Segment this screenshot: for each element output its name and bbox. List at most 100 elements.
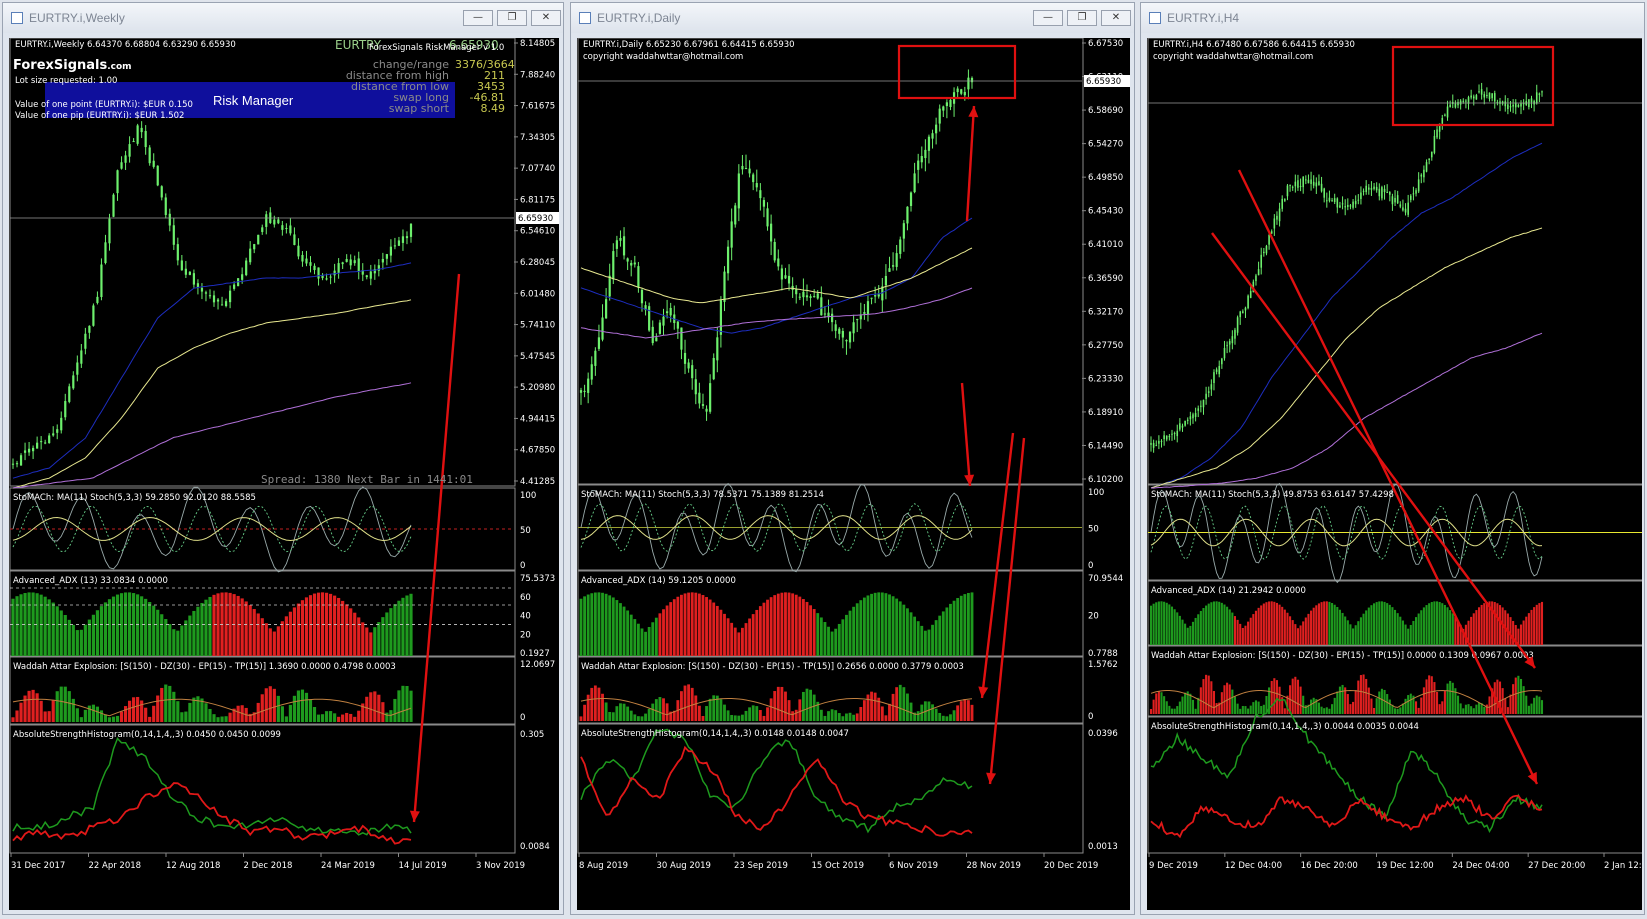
candle-body bbox=[1430, 151, 1433, 158]
candle-body bbox=[52, 433, 55, 436]
candle-body bbox=[802, 291, 805, 298]
waddah-bar bbox=[1336, 691, 1339, 714]
waddah-bar bbox=[1328, 708, 1331, 714]
waddah-bar bbox=[1506, 707, 1509, 714]
adx-bar bbox=[1178, 615, 1181, 645]
adx-bar bbox=[956, 598, 960, 656]
candle-body bbox=[1302, 176, 1305, 188]
adx-bar bbox=[952, 600, 956, 656]
adx-bar bbox=[1428, 603, 1431, 645]
candle-body bbox=[594, 350, 597, 366]
waddah-bar bbox=[1535, 695, 1538, 714]
adx-bar bbox=[1420, 610, 1423, 645]
annotation-arrow bbox=[980, 432, 1015, 699]
candle-body bbox=[1281, 198, 1284, 209]
adx-bar bbox=[855, 603, 859, 656]
chart-window-h4: EURTRY.i,H4 StoMACh: MA(11) Stoch(5,3,3)… bbox=[1140, 2, 1645, 915]
waddah-bar bbox=[1459, 703, 1462, 714]
waddah-bar bbox=[1346, 694, 1349, 714]
adx-bar bbox=[1244, 625, 1247, 645]
waddah-bar bbox=[1483, 706, 1486, 714]
adx-bar bbox=[902, 604, 906, 656]
chart-area[interactable]: StoMACh: MA(11) Stoch(5,3,3) 49.8753 63.… bbox=[1147, 38, 1642, 910]
adx-bar bbox=[1307, 613, 1310, 645]
adx-bar bbox=[1394, 609, 1397, 645]
candle-body bbox=[640, 289, 644, 304]
candle-body bbox=[1373, 186, 1375, 189]
close-button[interactable]: ✕ bbox=[1101, 10, 1131, 26]
ash-axis-label: 0.305 bbox=[520, 730, 544, 740]
candle-body bbox=[838, 328, 841, 334]
chart-canvas[interactable]: StoMACh: MA(11) Stoch(5,3,3) 49.8753 63.… bbox=[1147, 38, 1642, 910]
adx-bar bbox=[916, 621, 920, 656]
adx-bar bbox=[180, 625, 184, 656]
waddah-bar bbox=[934, 708, 938, 721]
candle-body bbox=[19, 455, 23, 466]
adx-bar bbox=[923, 630, 927, 656]
chart-area[interactable]: 8.14805 7.88240 7.61675 7.34305 7.07740 6.811… bbox=[9, 38, 559, 910]
adx-bar bbox=[816, 613, 820, 656]
adx-bar bbox=[1191, 621, 1195, 645]
window-titlebar[interactable]: EURTRY.i,H4 bbox=[1141, 3, 1644, 33]
adx-bar bbox=[1155, 602, 1158, 645]
adx-bar bbox=[1357, 621, 1360, 645]
candle-body bbox=[1465, 100, 1467, 102]
chart-area[interactable]: 6.675306.631106.586906.542706.498506.454… bbox=[577, 38, 1130, 910]
window-title: EURTRY.i,Daily bbox=[597, 11, 681, 25]
minimize-button[interactable]: — bbox=[1033, 10, 1063, 26]
candle-body bbox=[297, 245, 300, 257]
adx-bar bbox=[662, 609, 665, 656]
adx-bar bbox=[284, 616, 288, 656]
chart-canvas[interactable]: 6.675306.631106.586906.542706.498506.454… bbox=[577, 38, 1130, 910]
candle-body bbox=[1365, 185, 1367, 193]
window-titlebar[interactable]: EURTRY.i,Daily — ❐ ✕ bbox=[571, 3, 1134, 33]
adx-bar bbox=[393, 604, 397, 656]
candle-body bbox=[1179, 423, 1181, 430]
candle-body bbox=[228, 290, 232, 303]
candle-body bbox=[377, 265, 380, 271]
adx-bar bbox=[1451, 613, 1454, 645]
adx-bar bbox=[1194, 617, 1197, 645]
adx-bar bbox=[809, 605, 812, 656]
close-button[interactable]: ✕ bbox=[531, 10, 561, 26]
candle-body bbox=[709, 383, 712, 412]
waddah-bar bbox=[1241, 705, 1244, 714]
adx-bar bbox=[629, 614, 633, 656]
adx-bar bbox=[268, 628, 272, 656]
adx-bar bbox=[1302, 621, 1305, 645]
waddah-bar bbox=[733, 715, 737, 721]
waddah-bar bbox=[316, 714, 321, 722]
adx-bar bbox=[1378, 601, 1381, 645]
waddah-bar bbox=[1317, 702, 1320, 714]
candle-body bbox=[1247, 295, 1249, 309]
waddah-bar bbox=[873, 692, 877, 721]
candle-body bbox=[188, 271, 191, 275]
window-titlebar[interactable]: EURTRY.i,Weekly — ❐ ✕ bbox=[3, 3, 563, 33]
moving-average-line bbox=[12, 382, 412, 489]
candle-body bbox=[1205, 393, 1207, 399]
candle-body bbox=[1407, 202, 1409, 215]
date-axis-label: 12 Aug 2018 bbox=[166, 861, 220, 871]
price-axis-label: 6.18910 bbox=[1088, 408, 1123, 418]
waddah-bar bbox=[1527, 705, 1530, 714]
date-axis-label: 20 Dec 2019 bbox=[1044, 861, 1098, 871]
restore-button[interactable]: ❐ bbox=[1067, 10, 1097, 26]
adx-bar bbox=[71, 624, 75, 656]
candle-body bbox=[658, 322, 662, 334]
adx-bar bbox=[931, 624, 934, 656]
waddah-bar bbox=[1538, 696, 1541, 714]
waddah-bar bbox=[1464, 704, 1467, 714]
candle-body bbox=[1176, 430, 1179, 437]
waddah-bar bbox=[172, 691, 176, 722]
minimize-button[interactable]: — bbox=[463, 10, 493, 26]
waddah-bar bbox=[75, 708, 79, 722]
candle-body bbox=[637, 266, 640, 288]
adx-bar bbox=[966, 592, 970, 656]
adx-bar bbox=[79, 629, 83, 656]
chart-canvas[interactable]: 8.14805 7.88240 7.61675 7.34305 7.07740 6.811… bbox=[9, 38, 559, 910]
restore-button[interactable]: ❐ bbox=[497, 10, 527, 26]
adx-bar bbox=[1270, 601, 1273, 645]
adx-bar bbox=[1441, 603, 1444, 645]
waddah-bar bbox=[1331, 704, 1334, 714]
waddah-bar bbox=[705, 706, 708, 721]
